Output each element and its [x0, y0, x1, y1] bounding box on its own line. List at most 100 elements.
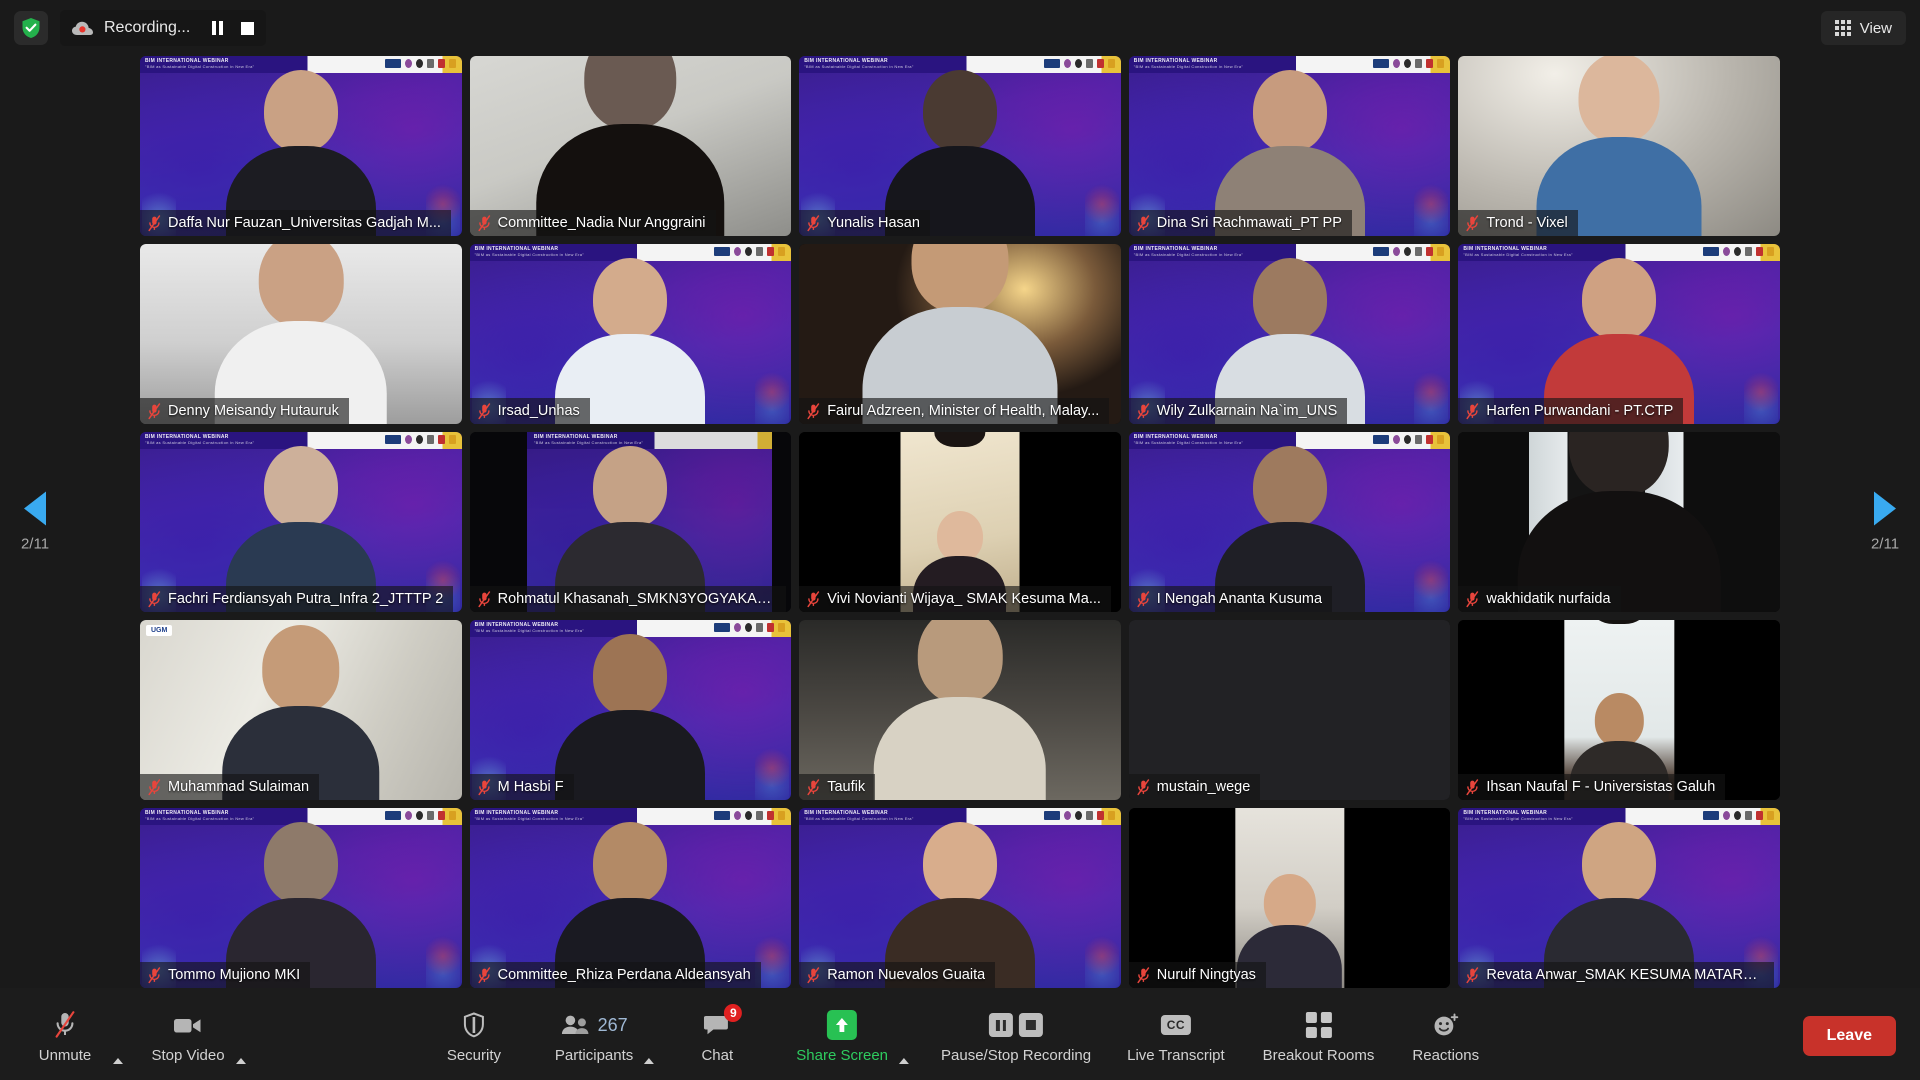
participant-tile[interactable]: mustain_wege — [1128, 620, 1451, 800]
microphone-muted-icon — [1137, 778, 1149, 795]
participant-tile[interactable]: Fairul Adzreen, Minister of Health, Mala… — [799, 244, 1121, 424]
unmute-button[interactable]: Unmute — [18, 1004, 104, 1068]
reactions-button[interactable]: Reactions — [1402, 1004, 1489, 1068]
participant-nameplate: Muhammad Sulaiman — [140, 774, 320, 800]
participants-options-caret[interactable] — [644, 1058, 655, 1064]
participant-tile[interactable]: Vivi Novianti Wijaya_ SMAK Kesuma Ma... — [799, 432, 1121, 612]
pause-recording-button[interactable] — [202, 13, 232, 43]
participant-silhouette — [862, 244, 1058, 424]
microphone-muted-icon — [148, 402, 161, 419]
webinar-sponsor-logos — [714, 247, 786, 256]
participant-tile[interactable]: BIM INTERNATIONAL WEBINAR "BIM as Sustain… — [140, 808, 462, 988]
participant-tile[interactable]: BIM INTERNATIONAL WEBINAR "BIM as Sustain… — [469, 620, 792, 800]
webinar-sponsor-logos — [384, 435, 456, 444]
previous-page-button[interactable]: 2/11 — [0, 491, 70, 553]
background-ornament-right — [1744, 366, 1778, 424]
smiley-plus-icon — [1432, 1010, 1460, 1040]
webinar-banner-text: BIM INTERNATIONAL WEBINAR "BIM as Sustain… — [1463, 246, 1573, 257]
cc-icon: CC — [1160, 1010, 1192, 1040]
webinar-banner-text: BIM INTERNATIONAL WEBINAR "BIM as Sustain… — [1463, 810, 1573, 821]
webinar-banner-text: BIM INTERNATIONAL WEBINAR "BIM as Sustain… — [804, 58, 914, 69]
participant-name: Wily Zulkarnain Na`im_UNS — [1156, 403, 1338, 419]
next-page-button[interactable]: 2/11 — [1850, 491, 1920, 553]
participant-tile[interactable]: BIM INTERNATIONAL WEBINAR "BIM as Sustain… — [799, 808, 1121, 988]
recording-indicator: Recording... — [60, 10, 267, 46]
share-screen-button[interactable]: Share Screen — [786, 1004, 890, 1068]
letterboxed-feed — [1128, 808, 1451, 988]
background-ornament-right — [425, 930, 460, 988]
participant-nameplate: Tommo Mujiono MKI — [140, 962, 311, 988]
microphone-muted-icon — [1137, 966, 1149, 983]
video-options-caret[interactable] — [236, 1058, 246, 1064]
participant-tile[interactable]: BIM INTERNATIONAL WEBINAR "BIM as Sustain… — [140, 432, 462, 612]
participant-nameplate: Daffa Nur Fauzan_Universitas Gadjah M... — [140, 210, 451, 236]
microphone-muted-icon — [478, 402, 490, 419]
participant-video — [799, 620, 1121, 800]
participant-nameplate: Yunalis Hasan — [799, 210, 930, 236]
leave-meeting-button[interactable]: Leave — [1802, 1016, 1896, 1056]
live-transcript-button[interactable]: CC Live Transcript — [1117, 1004, 1235, 1068]
participant-name: Denny Meisandy Hutauruk — [168, 403, 339, 419]
participant-tile[interactable]: BIM INTERNATIONAL WEBINAR "BIM as Sustain… — [1128, 56, 1451, 236]
breakout-rooms-button[interactable]: Breakout Rooms — [1253, 1004, 1385, 1068]
participant-nameplate: Nurulf Ningtyas — [1128, 962, 1266, 988]
participant-nameplate: Revata Anwar_SMAK KESUMA MATARAM — [1458, 962, 1775, 988]
participant-tile[interactable]: BIM INTERNATIONAL WEBINAR "BIM as Sustain… — [140, 56, 462, 236]
share-screen-label: Share Screen — [796, 1047, 889, 1064]
participant-tile[interactable]: BIM INTERNATIONAL WEBINAR "BIM as Sustain… — [1128, 432, 1451, 612]
participant-nameplate: Ramon Nuevalos Guaita — [799, 962, 996, 988]
participant-video: BIM INTERNATIONAL WEBINAR "BIM as Sustain… — [1128, 244, 1451, 424]
participant-name: Committee_Rhiza Perdana Aldeansyah — [497, 967, 751, 983]
chat-bubble-icon: 9 — [704, 1004, 743, 1040]
stop-video-label: Stop Video — [151, 1047, 225, 1064]
webinar-sponsor-logos — [714, 811, 786, 820]
participants-button[interactable]: 267 Participants — [545, 1004, 635, 1068]
stop-video-button[interactable]: Stop Video — [141, 1004, 227, 1068]
participant-tile[interactable]: BIM INTERNATIONAL WEBINAR "BIM as Sustain… — [1458, 244, 1780, 424]
background-ornament-right — [755, 742, 790, 800]
page-indicator-right: 2/11 — [1870, 535, 1900, 553]
participant-tile[interactable]: BIM INTERNATIONAL WEBINAR "BIM as Sustain… — [1458, 808, 1780, 988]
share-options-caret[interactable] — [899, 1058, 910, 1064]
participant-tile[interactable]: BIM INTERNATIONAL WEBINAR "BIM as Sustain… — [469, 808, 792, 988]
participant-tile[interactable]: BIM INTERNATIONAL WEBINAR "BIM as Sustain… — [469, 432, 792, 612]
participant-nameplate: Fachri Ferdiansyah Putra_Infra 2_JTTTP 2 — [140, 586, 454, 612]
participant-tile[interactable]: Committee_Nadia Nur Anggraini — [469, 56, 792, 236]
participant-nameplate: Dina Sri Rachmawati_PT PP — [1128, 210, 1352, 236]
background-ornament-right — [1414, 554, 1449, 612]
encryption-status-button[interactable] — [14, 11, 48, 45]
participant-tile[interactable]: wakhidatik nurfaida — [1458, 432, 1780, 612]
stop-recording-button[interactable] — [232, 13, 262, 43]
participant-tile[interactable]: BIM INTERNATIONAL WEBINAR "BIM as Sustain… — [799, 56, 1121, 236]
meeting-controls-toolbar: Unmute Stop Video Security 267 Participa… — [0, 988, 1920, 1080]
chat-button[interactable]: 9 Chat — [674, 1004, 760, 1068]
view-button-label: View — [1859, 19, 1892, 37]
participant-name: mustain_wege — [1156, 779, 1251, 795]
cc-text: CC — [1160, 1015, 1192, 1035]
participant-video: BIM INTERNATIONAL WEBINAR "BIM as Sustain… — [469, 808, 792, 988]
participant-name: Harfen Purwandani - PT.CTP — [1486, 403, 1674, 419]
participants-count: 267 — [597, 1014, 628, 1035]
participant-nameplate: mustain_wege — [1128, 774, 1261, 800]
webinar-sponsor-logos — [1373, 59, 1445, 68]
security-button[interactable]: Security — [431, 1004, 517, 1068]
audio-options-caret[interactable] — [113, 1058, 123, 1064]
webinar-banner-text: BIM INTERNATIONAL WEBINAR "BIM as Sustain… — [145, 810, 255, 821]
participant-tile[interactable]: Ihsan Naufal F - Universistas Galuh — [1458, 620, 1780, 800]
participant-tile[interactable]: Nurulf Ningtyas — [1128, 808, 1451, 988]
background-ornament-right — [1084, 930, 1119, 988]
participant-tile[interactable]: Taufik — [799, 620, 1121, 800]
participant-tile[interactable]: UGM Muhammad Sulaiman — [140, 620, 462, 800]
participant-tile[interactable]: Trond - Vixel — [1458, 56, 1780, 236]
view-layout-button[interactable]: View — [1820, 11, 1906, 45]
recording-cloud-icon — [70, 15, 96, 41]
pause-stop-recording-button[interactable]: Pause/Stop Recording — [931, 1004, 1101, 1068]
participant-silhouette — [536, 56, 725, 236]
microphone-muted-icon — [148, 966, 161, 983]
participant-tile[interactable]: BIM INTERNATIONAL WEBINAR "BIM as Sustain… — [1128, 244, 1451, 424]
participant-tile[interactable]: BIM INTERNATIONAL WEBINAR "BIM as Sustain… — [469, 244, 792, 424]
participant-tile[interactable]: Denny Meisandy Hutauruk — [140, 244, 462, 424]
microphone-muted-icon — [1466, 402, 1479, 419]
participant-name: Taufik — [827, 779, 866, 795]
microphone-muted-icon — [807, 966, 820, 983]
